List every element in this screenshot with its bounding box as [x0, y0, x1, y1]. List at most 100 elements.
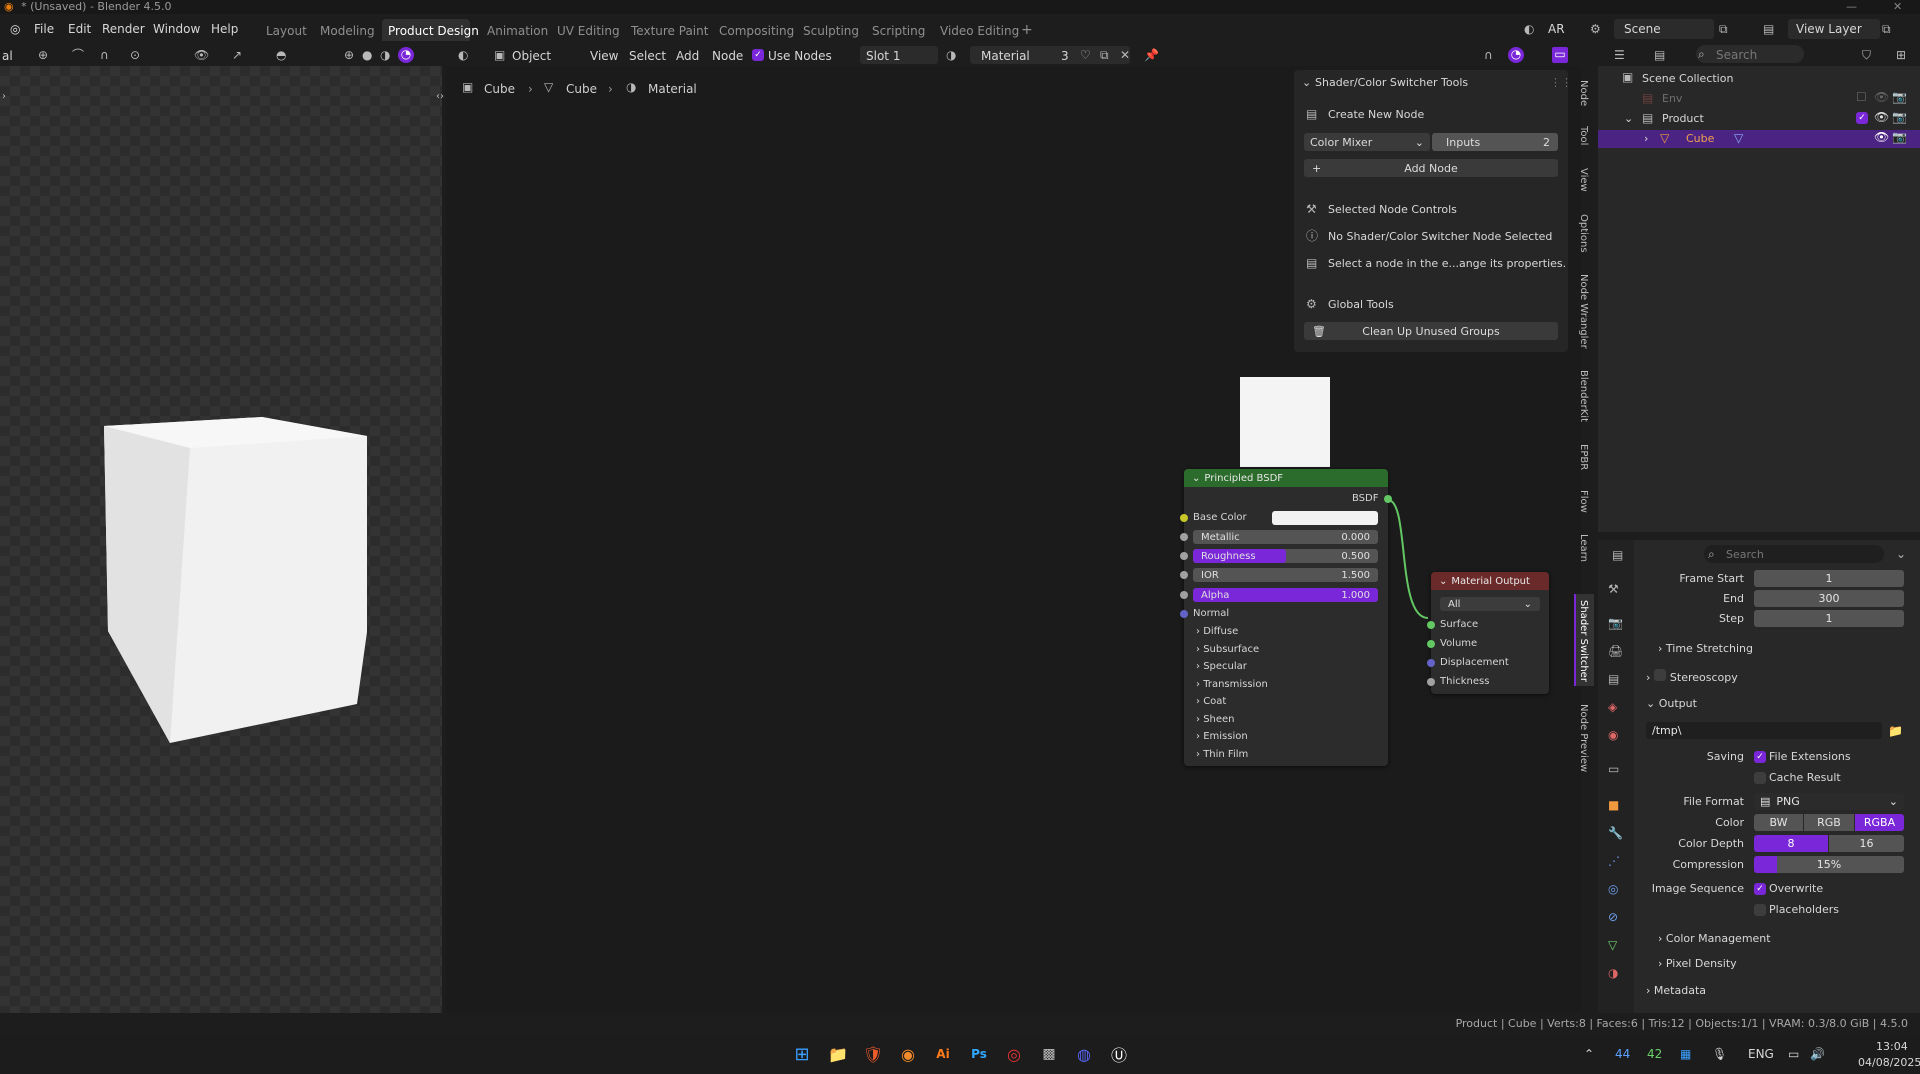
folder-icon[interactable]: 📁 [1888, 724, 1903, 738]
tab-uv-editing[interactable]: UV Editing [557, 24, 620, 38]
visibility-icon[interactable]: 👁 [194, 48, 209, 62]
new-scene-icon[interactable]: ⧉ [1719, 22, 1728, 36]
blender-taskbar-icon[interactable]: ◉ [897, 1043, 919, 1065]
compression-slider[interactable]: 15% [1754, 856, 1904, 873]
frame-start-field[interactable]: 1 [1754, 570, 1904, 587]
color-rgba-option[interactable]: RGBA [1855, 814, 1904, 831]
menu-window[interactable]: Window [153, 22, 200, 36]
object-tab-icon[interactable]: ■ [1608, 798, 1619, 812]
add-workspace-icon[interactable]: + [1021, 22, 1033, 38]
tab-tool[interactable]: Tool [1578, 126, 1589, 145]
outliner-editor-icon[interactable]: ☰ [1614, 48, 1625, 62]
view-layer-name[interactable]: View Layer [1796, 22, 1862, 36]
outliner-item-env[interactable]: Env [1662, 92, 1682, 105]
output-target-dropdown[interactable]: All ⌄ [1440, 597, 1540, 611]
normal-socket[interactable] [1180, 610, 1188, 618]
displacement-socket[interactable] [1427, 659, 1435, 667]
photoshop-icon[interactable]: Ps [968, 1043, 990, 1065]
placeholders-checkbox[interactable] [1754, 904, 1766, 916]
frame-step-field[interactable]: 1 [1754, 610, 1904, 627]
slot-label[interactable]: Slot 1 [866, 49, 900, 63]
world-tab-icon[interactable]: ◉ [1608, 728, 1618, 742]
scene-tab-icon[interactable]: ◈ [1608, 700, 1617, 714]
duplicate-material-icon[interactable]: ⧉ [1100, 48, 1109, 62]
tray-overflow-icon[interactable]: ⌃ [1584, 1047, 1594, 1061]
cube-render[interactable] [0, 66, 442, 1013]
metallic-socket[interactable] [1180, 533, 1188, 541]
expand-chevron-icon[interactable]: › [1644, 132, 1648, 145]
material-tab-icon[interactable]: ◑ [1608, 966, 1618, 980]
app-icon-red[interactable]: ◎ [1003, 1043, 1025, 1065]
roughness-socket[interactable] [1180, 552, 1188, 560]
scene-icon[interactable]: ⚙ [1590, 22, 1601, 36]
material-name[interactable]: Material [981, 49, 1030, 63]
microphone-icon[interactable]: 🎙 [1712, 1047, 1727, 1061]
view-layer-tab-icon[interactable]: ▤ [1608, 672, 1619, 686]
modifier-tab-icon[interactable]: 🔧 [1608, 826, 1623, 840]
tab-modeling[interactable]: Modeling [320, 24, 375, 38]
tool-tab-icon[interactable]: ⚒ [1608, 582, 1619, 596]
volume-socket[interactable] [1427, 640, 1435, 648]
pixel-density-section[interactable]: › Pixel Density [1658, 957, 1737, 970]
panel-diffuse[interactable]: › Diffuse [1196, 626, 1238, 637]
time-stretching-section[interactable]: › Time Stretching [1658, 642, 1753, 655]
blender-menu-icon[interactable]: ◎ [10, 22, 20, 36]
tab-sculpting[interactable]: Sculpting [803, 24, 859, 38]
ar-label[interactable]: AR [1548, 22, 1565, 36]
new-collection-icon[interactable]: ⊞ [1896, 48, 1906, 62]
panel-drag-handle-icon[interactable]: ⋮⋮ [1550, 76, 1572, 89]
tray-app-badge-2[interactable]: 42 [1647, 1047, 1662, 1061]
network-icon[interactable]: ▭ [1788, 1047, 1799, 1061]
tab-learn[interactable]: Learn [1578, 534, 1589, 562]
toolbar-expand-icon[interactable]: › [2, 90, 6, 104]
menu-select[interactable]: Select [629, 49, 666, 63]
add-node-button[interactable]: + Add Node [1304, 159, 1558, 177]
unreal-icon[interactable]: Ⓤ [1108, 1043, 1130, 1065]
metadata-section[interactable]: › Metadata [1646, 984, 1706, 997]
menu-view[interactable]: View [590, 49, 618, 63]
thickness-socket[interactable] [1427, 678, 1435, 686]
mode-label-trunc[interactable]: al [2, 49, 13, 63]
editor-type-icon[interactable]: ◐ [458, 48, 468, 62]
expand-chevron-icon[interactable]: ⌄ [1624, 112, 1633, 125]
file-explorer-icon[interactable]: 📁 [827, 1043, 849, 1065]
principled-bsdf-header[interactable]: ⌄ Principled BSDF [1184, 469, 1388, 487]
snap-icon[interactable]: ⌒ [72, 48, 84, 62]
close-window-icon[interactable]: ✕ [1893, 0, 1902, 13]
chevron-down-icon[interactable]: ⌄ [1896, 547, 1906, 561]
data-tab-icon[interactable]: ▽ [1608, 938, 1617, 952]
eye-icon[interactable]: 👁 [1874, 90, 1889, 104]
breadcrumb-material[interactable]: Material [648, 82, 697, 96]
camera-icon[interactable]: 📷 [1892, 90, 1907, 104]
panel-transmission[interactable]: › Transmission [1196, 679, 1268, 690]
snap-target-icon[interactable]: ∩ [100, 48, 109, 62]
frame-end-field[interactable]: 300 [1754, 590, 1904, 607]
stereoscopy-checkbox[interactable] [1653, 669, 1666, 681]
panel-title[interactable]: Shader/Color Switcher Tools [1315, 76, 1468, 89]
color-management-section[interactable]: › Color Management [1658, 932, 1771, 945]
tab-flow[interactable]: Flow [1578, 490, 1589, 513]
menu-file[interactable]: File [34, 22, 54, 36]
depth-8-option[interactable]: 8 [1754, 835, 1828, 852]
tab-view[interactable]: View [1578, 168, 1589, 192]
scene-name[interactable]: Scene [1624, 22, 1661, 36]
tab-product-design[interactable]: Product Design [388, 24, 479, 38]
properties-editor-icon[interactable]: ▤ [1612, 548, 1623, 562]
ior-socket[interactable] [1180, 571, 1188, 579]
eye-icon[interactable]: 👁 [1874, 130, 1889, 144]
shading-wireframe-icon[interactable]: ⊕ [344, 48, 354, 62]
tab-scripting[interactable]: Scripting [872, 24, 925, 38]
surface-socket[interactable] [1427, 621, 1435, 629]
menu-edit[interactable]: Edit [68, 22, 91, 36]
panel-emission[interactable]: › Emission [1196, 731, 1248, 742]
menu-help[interactable]: Help [211, 22, 238, 36]
ior-field[interactable]: IOR 1.500 [1193, 568, 1378, 582]
sidebar-toggle-icon[interactable]: ▭ [1552, 47, 1568, 63]
tab-animation[interactable]: Animation [487, 24, 548, 38]
base-color-socket[interactable] [1180, 514, 1188, 522]
physics-tab-icon[interactable]: ◎ [1608, 882, 1618, 896]
shader-type-dropdown[interactable]: Object [512, 49, 551, 63]
stereoscopy-section[interactable]: › Stereoscopy [1646, 669, 1738, 684]
panel-sheen[interactable]: › Sheen [1196, 714, 1235, 725]
app-icon-puzzle[interactable]: ▩ [1038, 1043, 1060, 1065]
